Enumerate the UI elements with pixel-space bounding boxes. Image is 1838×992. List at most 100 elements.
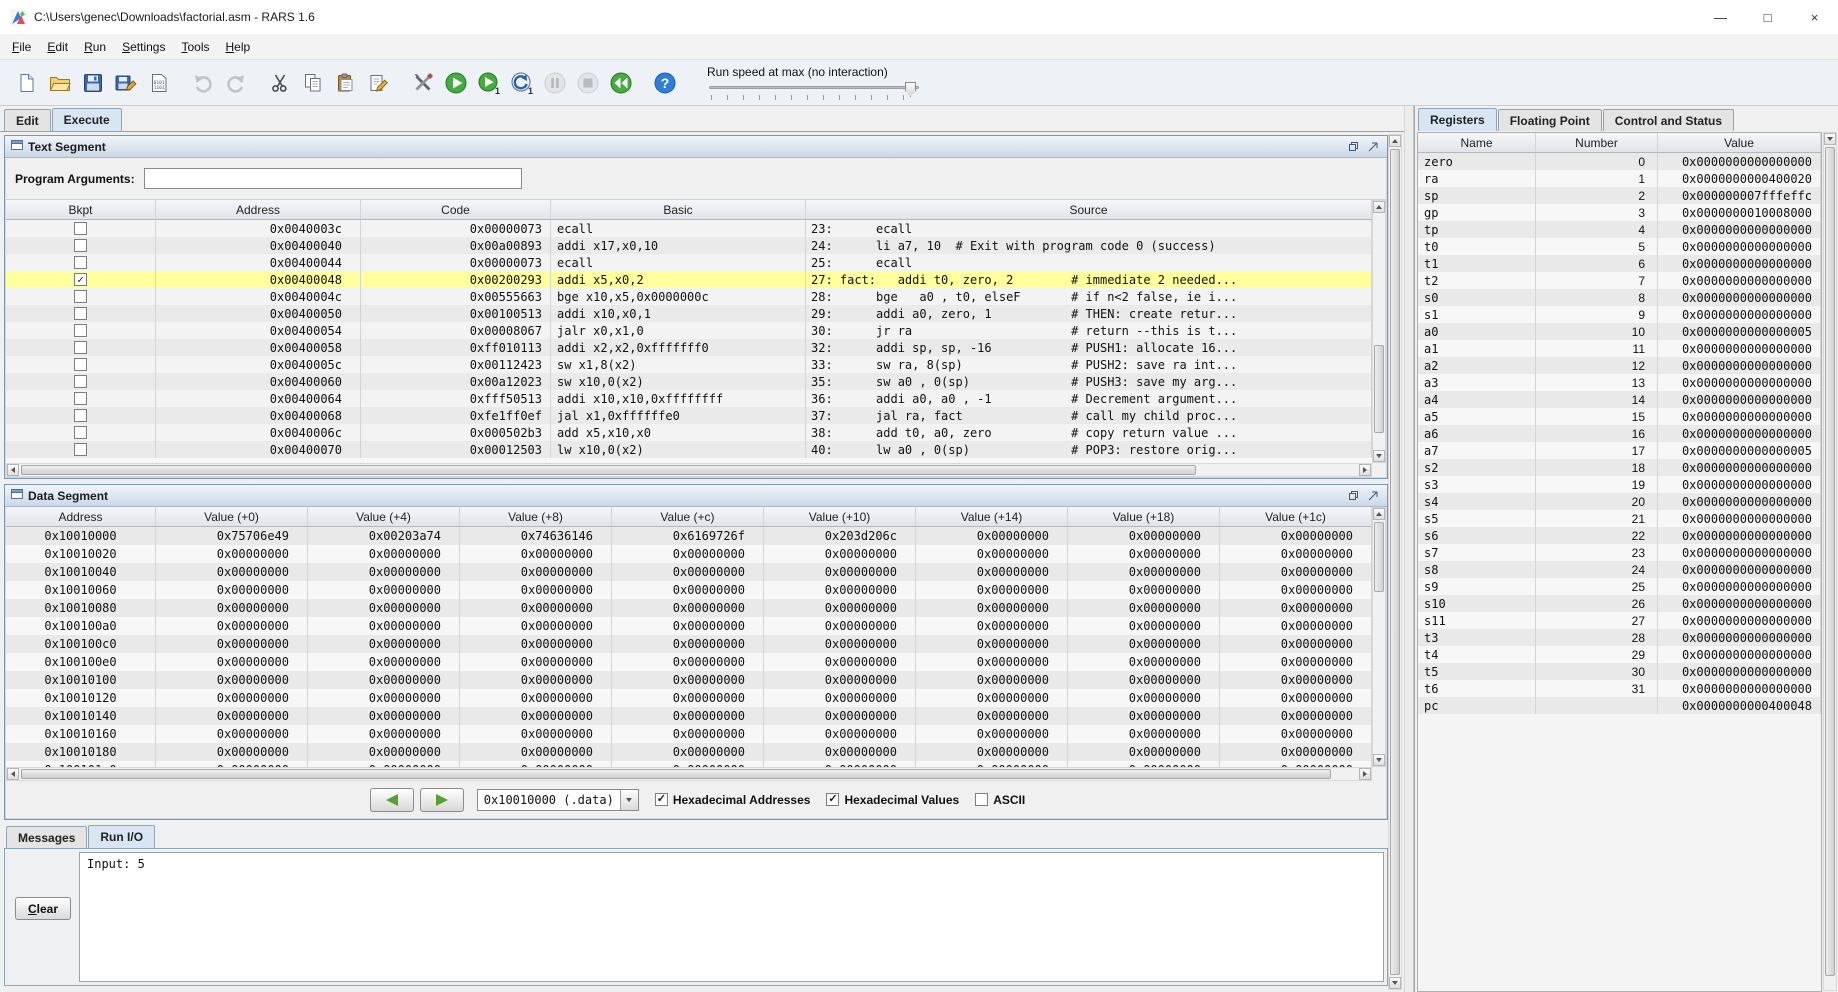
memory-value-cell[interactable]: 0x00000000 <box>156 707 308 725</box>
register-value[interactable]: 0x0000000000000000 <box>1658 527 1821 544</box>
memory-value-cell[interactable]: 0x00000000 <box>764 707 916 725</box>
tab-control-and-status[interactable]: Control and Status <box>1603 109 1734 131</box>
register-value[interactable]: 0x0000000000000000 <box>1658 561 1821 578</box>
clear-button[interactable]: Clear <box>15 897 71 920</box>
register-value[interactable]: 0x0000000000000000 <box>1658 646 1821 663</box>
memory-value-cell[interactable]: 0x00000000 <box>612 563 764 581</box>
memory-value-cell[interactable]: 0x00000000 <box>1068 635 1220 653</box>
breakpoint-checkbox[interactable] <box>74 375 87 388</box>
memory-value-cell[interactable]: 0x00000000 <box>612 581 764 599</box>
memory-value-cell[interactable]: 0x00000000 <box>460 689 612 707</box>
menu-tools[interactable]: Tools <box>173 36 217 58</box>
memory-value-cell[interactable]: 0x00000000 <box>916 581 1068 599</box>
memory-value-cell[interactable]: 0x00000000 <box>1220 599 1372 617</box>
save-button[interactable] <box>76 65 109 100</box>
option-hexadecimal-addresses[interactable]: ✓Hexadecimal Addresses <box>655 793 811 807</box>
register-value[interactable]: 0x0000000000000000 <box>1658 595 1821 612</box>
scroll-down-icon[interactable] <box>1824 133 1836 145</box>
registers-vscrollbar[interactable] <box>1823 132 1837 991</box>
data-segment-vscrollbar[interactable] <box>1372 507 1386 767</box>
prev-memory-button[interactable] <box>370 788 414 812</box>
memory-value-cell[interactable]: 0x00000000 <box>764 545 916 563</box>
cut-button[interactable] <box>263 65 296 100</box>
step-button[interactable]: 1 <box>472 65 505 100</box>
memory-value-cell[interactable]: 0x00000000 <box>916 617 1068 635</box>
memory-value-cell[interactable]: 0x00000000 <box>308 689 460 707</box>
memory-value-cell[interactable]: 0x00000000 <box>156 563 308 581</box>
memory-value-cell[interactable]: 0x00000000 <box>460 653 612 671</box>
register-value[interactable]: 0x0000000000000005 <box>1658 323 1821 340</box>
memory-value-cell[interactable]: 0x00000000 <box>156 635 308 653</box>
menu-settings[interactable]: Settings <box>114 36 173 58</box>
memory-value-cell[interactable]: 0x00000000 <box>1220 653 1372 671</box>
register-value[interactable]: 0x0000000000000000 <box>1658 153 1821 170</box>
memory-value-cell[interactable]: 0x00000000 <box>1220 743 1372 761</box>
memory-value-cell[interactable]: 0x00000000 <box>1068 617 1220 635</box>
memory-value-cell[interactable]: 0x00000000 <box>1068 689 1220 707</box>
scroll-up-icon[interactable] <box>1373 508 1385 520</box>
memory-value-cell[interactable]: 0x00000000 <box>764 671 916 689</box>
breakpoint-checkbox[interactable]: ✓ <box>74 273 87 286</box>
memory-value-cell[interactable]: 0x00000000 <box>460 617 612 635</box>
scroll-down-icon[interactable] <box>1373 754 1385 766</box>
copy-button[interactable] <box>296 65 329 100</box>
menu-file[interactable]: File <box>4 36 39 58</box>
tab-floating-point[interactable]: Floating Point <box>1498 109 1602 131</box>
register-value[interactable]: 0x0000000000000000 <box>1658 493 1821 510</box>
memory-value-cell[interactable]: 0x00000000 <box>460 563 612 581</box>
memory-value-cell[interactable]: 0x00000000 <box>916 527 1068 545</box>
memory-value-cell[interactable]: 0x00000000 <box>916 689 1068 707</box>
memory-value-cell[interactable]: 0x00000000 <box>916 599 1068 617</box>
reset-button[interactable] <box>604 65 637 100</box>
memory-value-cell[interactable]: 0x00000000 <box>916 563 1068 581</box>
memory-value-cell[interactable]: 0x00000000 <box>612 671 764 689</box>
menu-edit[interactable]: Edit <box>39 36 76 58</box>
breakpoint-checkbox[interactable] <box>74 256 87 269</box>
register-value[interactable]: 0x0000000000000000 <box>1658 663 1821 680</box>
memory-value-cell[interactable]: 0x00000000 <box>1068 563 1220 581</box>
register-value[interactable]: 0x0000000000000000 <box>1658 476 1821 493</box>
memory-value-cell[interactable]: 0x00000000 <box>612 689 764 707</box>
memory-value-cell[interactable]: 0x00000000 <box>916 635 1068 653</box>
register-value[interactable]: 0x0000000000000000 <box>1658 391 1821 408</box>
memory-value-cell[interactable]: 0x00000000 <box>460 671 612 689</box>
open-file-button[interactable] <box>43 65 76 100</box>
memory-value-cell[interactable]: 0x00000000 <box>156 725 308 743</box>
close-button[interactable]: × <box>1791 0 1838 34</box>
run-speed-slider[interactable] <box>707 82 921 100</box>
scroll-up-icon[interactable] <box>1373 201 1385 213</box>
breakpoint-checkbox[interactable] <box>74 392 87 405</box>
memory-value-cell[interactable]: 0x00000000 <box>1220 725 1372 743</box>
memory-value-cell[interactable]: 0x00000000 <box>460 725 612 743</box>
tab-execute[interactable]: Execute <box>52 108 122 131</box>
memory-value-cell[interactable]: 0x00000000 <box>156 617 308 635</box>
maximize-button[interactable]: □ <box>1744 0 1791 34</box>
register-value[interactable]: 0x0000000000000000 <box>1658 221 1821 238</box>
register-value[interactable]: 0x0000000000000000 <box>1658 459 1821 476</box>
register-value[interactable]: 0x0000000000000000 <box>1658 578 1821 595</box>
memory-value-cell[interactable]: 0x00000000 <box>156 581 308 599</box>
tab-edit[interactable]: Edit <box>4 109 51 131</box>
memory-value-cell[interactable]: 0x00000000 <box>612 545 764 563</box>
memory-value-cell[interactable]: 0x00000000 <box>1220 581 1372 599</box>
memory-value-cell[interactable]: 0x00000000 <box>1220 635 1372 653</box>
assemble-button[interactable] <box>406 65 439 100</box>
memory-base-select[interactable]: 0x10010000 (.data) <box>477 789 639 811</box>
memory-value-cell[interactable]: 0x00000000 <box>764 689 916 707</box>
memory-value-cell[interactable]: 0x00000000 <box>156 743 308 761</box>
hexadecimal-values-checkbox[interactable]: ✓ <box>826 793 839 806</box>
minimize-button[interactable]: — <box>1697 0 1744 34</box>
new-file-button[interactable] <box>10 65 43 100</box>
register-value[interactable]: 0x0000000000000000 <box>1658 340 1821 357</box>
memory-value-cell[interactable]: 0x00000000 <box>156 689 308 707</box>
memory-value-cell[interactable]: 0x00000000 <box>764 635 916 653</box>
option-ascii[interactable]: ASCII <box>975 793 1025 807</box>
memory-value-cell[interactable]: 0x00000000 <box>308 671 460 689</box>
memory-value-cell[interactable]: 0x00000000 <box>308 599 460 617</box>
scrollbar-thumb[interactable] <box>1825 147 1835 976</box>
register-value[interactable]: 0x0000000000000000 <box>1658 306 1821 323</box>
next-memory-button[interactable] <box>420 788 464 812</box>
option-hexadecimal-values[interactable]: ✓Hexadecimal Values <box>826 793 959 807</box>
breakpoint-checkbox[interactable] <box>74 358 87 371</box>
scroll-left-icon[interactable] <box>7 464 19 476</box>
